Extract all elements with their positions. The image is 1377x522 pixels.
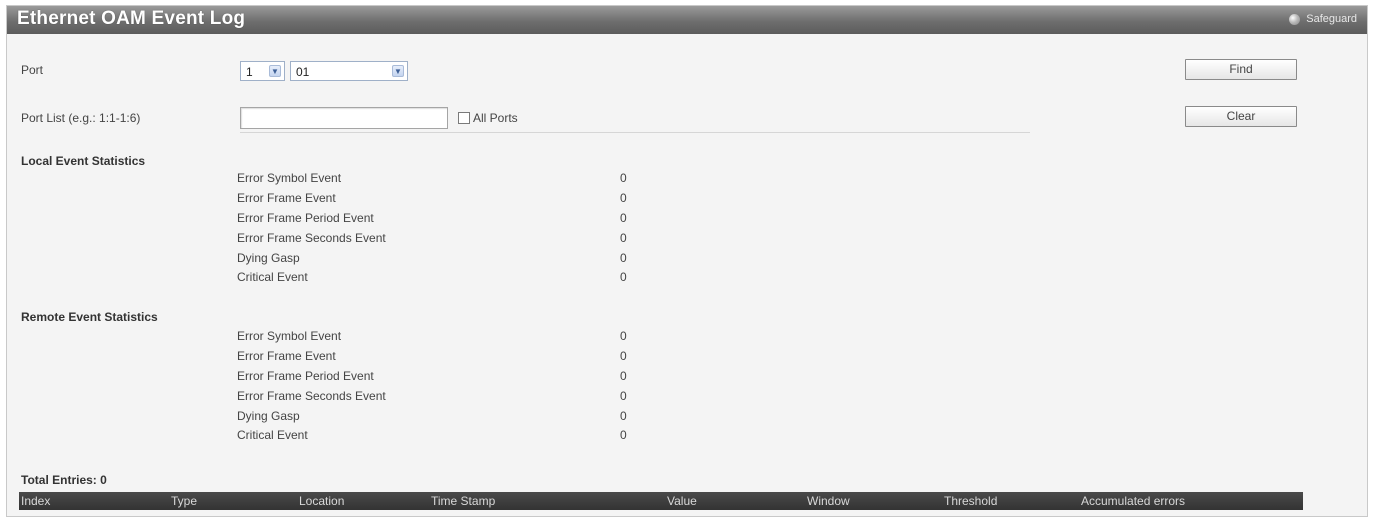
safeguard-indicator[interactable]: Safeguard: [1289, 13, 1357, 25]
event-log-panel: Ethernet OAM Event Log Safeguard Port 1 …: [6, 5, 1368, 517]
column-header-accumulated-errors: Accumulated errors: [1081, 494, 1186, 508]
remote-stat-name: Error Frame Seconds Event: [237, 389, 386, 403]
page-title: Ethernet OAM Event Log: [17, 8, 246, 29]
column-header-location: Location: [299, 494, 345, 508]
remote-stat-value: 0: [620, 409, 627, 423]
local-stat-value: 0: [620, 251, 627, 265]
remote-stat-value: 0: [620, 428, 627, 442]
event-table-header: Index Type Location Time Stamp Value Win…: [19, 492, 1303, 510]
local-stats-title: Local Event Statistics: [21, 154, 146, 168]
chevron-down-icon: ▼: [392, 65, 404, 77]
port-select[interactable]: 01 ▼: [290, 61, 408, 81]
find-button[interactable]: Find: [1185, 59, 1297, 80]
column-header-threshold: Threshold: [944, 494, 998, 508]
local-stat-name: Error Symbol Event: [237, 171, 342, 185]
safeguard-icon: [1289, 13, 1301, 25]
title-bar: Ethernet OAM Event Log Safeguard: [7, 6, 1367, 34]
local-stat-value: 0: [620, 211, 627, 225]
remote-stat-name: Critical Event: [237, 428, 308, 442]
remote-stat-value: 0: [620, 329, 627, 343]
local-stat-name: Error Frame Event: [237, 191, 336, 205]
port-select-value: 01: [296, 65, 310, 79]
remote-stat-value: 0: [620, 369, 627, 383]
chevron-down-icon: ▼: [269, 65, 281, 77]
column-header-type: Type: [171, 494, 198, 508]
local-stat-name: Dying Gasp: [237, 251, 300, 265]
unit-select[interactable]: 1 ▼: [240, 61, 285, 81]
remote-stat-name: Dying Gasp: [237, 409, 300, 423]
local-stat-value: 0: [620, 231, 627, 245]
port-list-label: Port List (e.g.: 1:1-1:6): [21, 111, 141, 125]
remote-stat-name: Error Symbol Event: [237, 329, 342, 343]
all-ports-label: All Ports: [473, 111, 518, 125]
safeguard-label: Safeguard: [1306, 13, 1357, 25]
local-stat-name: Error Frame Period Event: [237, 211, 374, 225]
column-header-index: Index: [21, 494, 51, 508]
remote-stat-name: Error Frame Period Event: [237, 369, 374, 383]
local-stat-value: 0: [620, 171, 627, 185]
remote-stat-value: 0: [620, 349, 627, 363]
port-label: Port: [21, 63, 44, 77]
column-header-value: Value: [667, 494, 697, 508]
clear-button[interactable]: Clear: [1185, 106, 1297, 127]
local-stat-name: Critical Event: [237, 270, 308, 284]
local-stat-value: 0: [620, 270, 627, 284]
remote-stats-title: Remote Event Statistics: [21, 310, 158, 324]
remote-stat-name: Error Frame Event: [237, 349, 336, 363]
column-header-time-stamp: Time Stamp: [431, 494, 496, 508]
unit-select-value: 1: [246, 65, 253, 79]
local-stat-value: 0: [620, 191, 627, 205]
total-entries: Total Entries: 0: [21, 473, 107, 487]
divider: [240, 132, 1030, 133]
local-stat-name: Error Frame Seconds Event: [237, 231, 386, 245]
port-list-input[interactable]: [240, 107, 448, 129]
column-header-window: Window: [807, 494, 850, 508]
remote-stat-value: 0: [620, 389, 627, 403]
all-ports-checkbox[interactable]: [458, 112, 470, 124]
